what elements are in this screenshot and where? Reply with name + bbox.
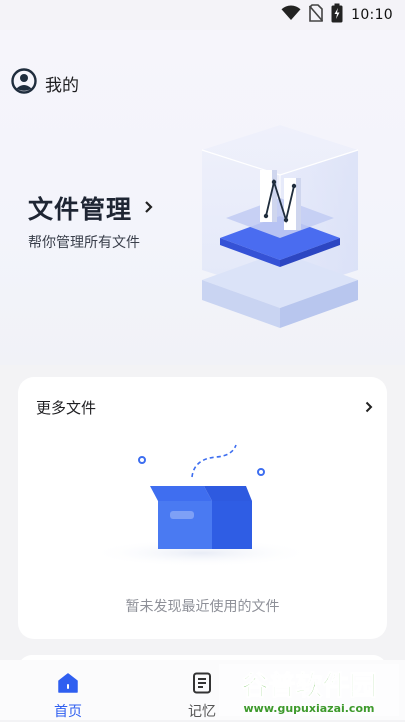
site-watermark: 谷普软件园 www.gupuxiazai.com [219, 662, 399, 718]
empty-state-text: 暂未发现最近使用的文件 [125, 599, 280, 615]
battery-charging-icon [331, 3, 343, 27]
wifi-icon [281, 5, 301, 25]
nav-item-home[interactable]: 首页 [28, 660, 108, 720]
nav-label-home: 首页 [54, 704, 82, 720]
svg-text:谷普软件园: 谷普软件园 [242, 670, 377, 702]
file-cube-illustration [190, 120, 380, 354]
notes-icon [192, 672, 212, 698]
card-title: 更多文件 [36, 398, 97, 417]
hero-banner: 我的 文件管理 帮你管理所有文件 [0, 30, 405, 365]
empty-box-illustration [86, 441, 316, 575]
chevron-right-icon [144, 199, 154, 218]
no-sim-icon [309, 4, 324, 26]
profile-button[interactable]: 我的 [11, 68, 79, 98]
svg-text:www.gupuxiazai.com: www.gupuxiazai.com [244, 702, 375, 715]
page-title: 文件管理 [28, 195, 133, 224]
status-bar: 10:10 [0, 0, 405, 30]
recent-files-header[interactable]: 更多文件 [36, 395, 373, 419]
page-subtitle: 帮你管理所有文件 [28, 235, 140, 251]
chevron-right-icon [365, 398, 373, 417]
recent-files-card: 更多文件 暂未发现最近使用的文件 [18, 377, 387, 639]
clock: 10:10 [351, 7, 393, 23]
home-icon [57, 672, 79, 698]
profile-label: 我的 [45, 75, 79, 96]
status-icons: 10:10 [281, 3, 393, 27]
nav-label-memory: 记忆 [188, 704, 216, 720]
user-circle-icon [11, 68, 37, 98]
file-manager-link[interactable]: 文件管理 [28, 190, 154, 226]
